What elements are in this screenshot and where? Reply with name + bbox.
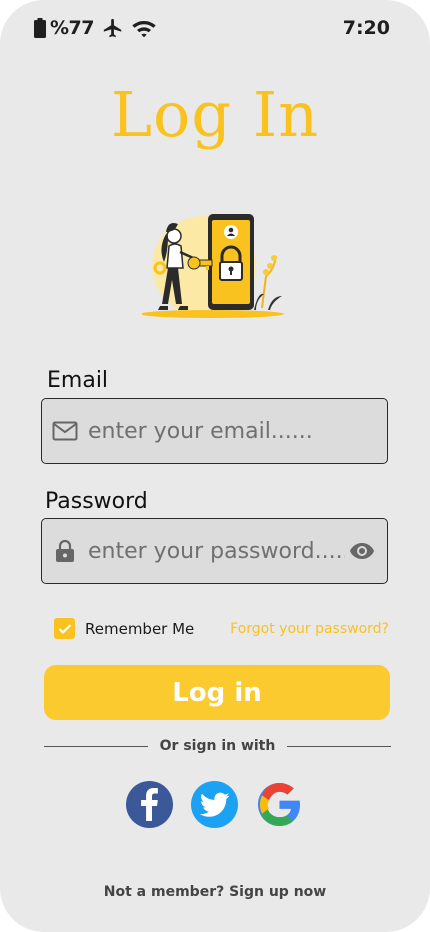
check-icon — [58, 623, 71, 634]
login-illustration — [140, 206, 292, 322]
social-buttons — [126, 781, 306, 829]
remember-label: Remember Me — [85, 619, 195, 638]
social-divider: Or sign in with — [44, 736, 391, 756]
google-icon[interactable] — [256, 781, 303, 828]
mail-icon — [52, 418, 78, 444]
battery-percent: %77 — [50, 17, 94, 39]
password-field[interactable] — [41, 518, 388, 584]
battery-icon — [34, 18, 46, 38]
divider-line-right — [287, 745, 391, 747]
signup-link[interactable]: Not a member? Sign up now — [0, 884, 430, 900]
status-left: %77 — [34, 17, 156, 39]
email-input[interactable] — [86, 417, 387, 445]
email-label: Email — [47, 368, 109, 393]
remember-me[interactable]: Remember Me — [54, 618, 194, 639]
lock-icon — [52, 538, 78, 564]
forgot-password-link[interactable]: Forgot your password? — [230, 621, 389, 637]
email-field[interactable] — [41, 398, 388, 464]
twitter-icon[interactable] — [191, 781, 238, 828]
status-time: 7:20 — [342, 17, 390, 39]
login-button[interactable]: Log in — [44, 665, 390, 720]
password-input[interactable] — [86, 537, 347, 565]
airplane-icon — [102, 17, 124, 39]
remember-checkbox[interactable] — [54, 618, 75, 639]
eye-icon[interactable] — [347, 536, 377, 566]
divider-line-left — [44, 745, 148, 747]
status-bar: %77 7:20 — [34, 14, 390, 42]
page-title: Log In — [110, 78, 320, 151]
login-screen: %77 7:20 Log In Email enter your email..… — [0, 0, 430, 932]
wifi-icon — [132, 18, 156, 38]
password-label: Password — [45, 489, 148, 514]
divider-text: Or sign in with — [159, 738, 276, 754]
facebook-icon[interactable] — [126, 781, 173, 828]
